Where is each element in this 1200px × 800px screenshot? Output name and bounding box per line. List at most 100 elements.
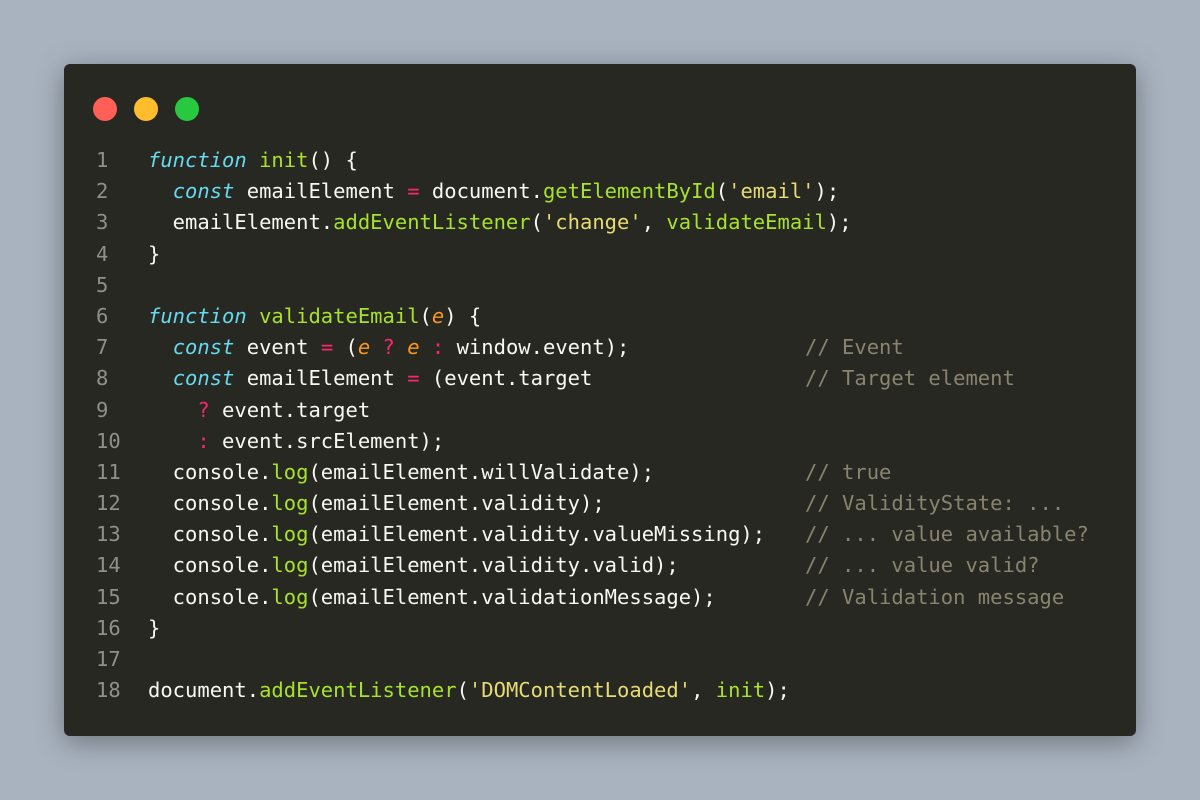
line-number: 1: [96, 148, 109, 172]
line-number: 3: [96, 210, 109, 235]
code-token: ?: [197, 397, 210, 422]
code-token: log: [271, 491, 309, 516]
code-text: console.log(emailElement.willValidate);: [148, 457, 654, 488]
code-text: const emailElement = document.getElement…: [148, 176, 840, 207]
code-token: :: [431, 335, 445, 360]
code-comment: // ... value available?: [805, 522, 1089, 547]
code-token: const: [172, 366, 235, 391]
code-text: }: [148, 239, 160, 270]
code-token: validateEmail: [666, 210, 827, 235]
line-number: 13: [96, 522, 121, 547]
code-comment: // Event: [805, 335, 904, 360]
code-token: console.: [148, 459, 272, 484]
code-text: emailElement.addEventListener('change', …: [148, 207, 852, 238]
code-token: init: [715, 678, 766, 703]
code-token: (: [456, 678, 469, 703]
code-token: 'email': [728, 179, 815, 204]
code-line: 15 console.log(emailElement.validationMe…: [64, 582, 1136, 613]
code-token: 'DOMContentLoaded': [468, 678, 692, 703]
line-number: 15: [96, 584, 121, 609]
code-line: 11 console.log(emailElement.willValidate…: [64, 457, 1136, 488]
code-line: 1 function init() {: [64, 145, 1136, 176]
maximize-window-button[interactable]: [175, 97, 199, 121]
line-number: 2: [96, 179, 109, 204]
code-line: 9 ? event.target: [64, 395, 1136, 426]
code-comment: // true: [805, 459, 892, 484]
code-token: :: [197, 428, 210, 453]
line-number: 11: [96, 459, 121, 484]
line-number: 10: [96, 428, 121, 453]
code-token: console.: [148, 491, 272, 516]
code-line: 13 console.log(emailElement.validity.val…: [64, 519, 1136, 550]
code-token: window.event);: [444, 335, 630, 360]
code-token: (: [715, 179, 729, 204]
code-line: 14 console.log(emailElement.validity.val…: [64, 550, 1136, 581]
code-token: document.: [419, 179, 543, 204]
code-token: (emailElement.validity.valid);: [308, 553, 679, 578]
close-window-button[interactable]: [93, 97, 117, 121]
code-token: () {: [308, 148, 358, 172]
code-window: 1 function init() {2 const emailElement =…: [64, 64, 1136, 736]
code-line: 12 console.log(emailElement.validity); //…: [64, 488, 1136, 519]
code-text: document.addEventListener('DOMContentLoa…: [148, 675, 790, 706]
code-token: ) {: [444, 303, 482, 328]
code-line: 3 emailElement.addEventListener('change'…: [64, 207, 1136, 238]
line-number: 5: [96, 272, 109, 297]
code-token: ?: [382, 335, 395, 360]
code-line: 18 document.addEventListener('DOMContentL…: [64, 675, 1136, 706]
code-line: 17: [64, 644, 1136, 675]
code-token: e: [431, 303, 445, 328]
code-text: console.log(emailElement.validity.valid)…: [148, 550, 679, 581]
code-token: );: [814, 179, 840, 204]
code-text: const event = (e ? e : window.event);: [148, 332, 630, 363]
code-token: }: [148, 241, 161, 266]
code-line: 10 : event.srcElement);: [64, 426, 1136, 457]
code-token: e: [407, 335, 420, 360]
code-line: 5: [64, 270, 1136, 301]
code-token: addEventListener: [259, 678, 457, 703]
code-token: console.: [148, 522, 272, 547]
line-number: 16: [96, 615, 121, 640]
line-number: 14: [96, 553, 121, 578]
code-token: document.: [148, 678, 260, 703]
code-editor[interactable]: 1 function init() {2 const emailElement =…: [64, 145, 1136, 706]
code-token: (emailElement.validationMessage);: [308, 584, 716, 609]
code-token: emailElement: [234, 366, 408, 391]
code-token: event: [234, 335, 321, 360]
code-token: function: [148, 303, 247, 328]
code-token: =: [320, 335, 334, 360]
minimize-window-button[interactable]: [134, 97, 158, 121]
code-token: (emailElement.willValidate);: [308, 459, 655, 484]
code-token: );: [826, 210, 852, 235]
code-token: getElementById: [542, 179, 716, 204]
code-token: addEventListener: [333, 210, 531, 235]
code-token: (: [419, 303, 432, 328]
code-line: 8 const emailElement = (event.target // T…: [64, 363, 1136, 394]
code-token: emailElement: [234, 179, 408, 204]
code-token: init: [259, 148, 309, 172]
line-number: 12: [96, 491, 121, 516]
code-token: =: [407, 179, 420, 204]
line-number: 7: [96, 335, 109, 360]
code-token: console.: [148, 553, 272, 578]
line-number: 18: [96, 678, 121, 703]
line-number: 17: [96, 647, 121, 671]
code-token: event.target: [209, 397, 371, 422]
code-comment: // Validation message: [805, 584, 1065, 609]
code-text: const emailElement = (event.target: [148, 363, 593, 394]
code-text: }: [148, 613, 160, 644]
code-token: const: [172, 335, 235, 360]
code-token: log: [271, 553, 309, 578]
code-token: (emailElement.validity.valueMissing);: [308, 522, 766, 547]
code-line: 2 const emailElement = document.getEleme…: [64, 176, 1136, 207]
code-token: const: [172, 179, 235, 204]
code-comment: // ValidityState: ...: [805, 491, 1065, 516]
code-token: (emailElement.validity);: [308, 491, 605, 516]
